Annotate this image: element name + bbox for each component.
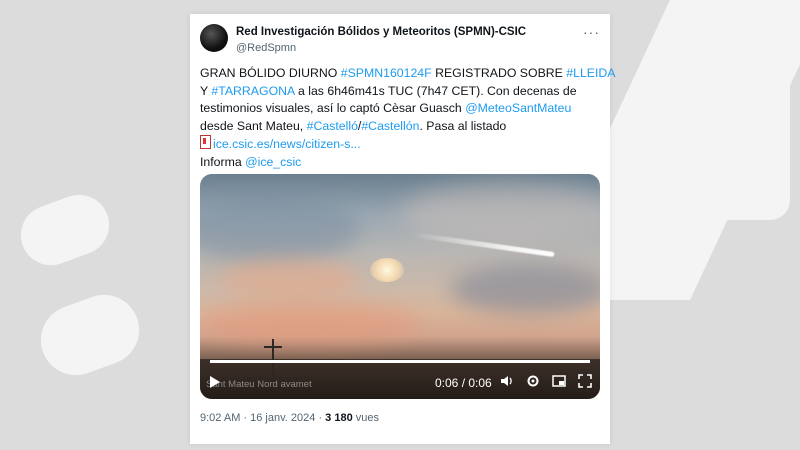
tweet-text-line: Y #TARRAGONA a las 6h46m41s TUC (7h47 CE… [200, 83, 600, 101]
hashtag-link[interactable]: #SPMN160124F [341, 66, 432, 80]
fullscreen-icon[interactable] [578, 374, 592, 388]
video-player[interactable]: Sant Mateu Nord avamet 0:06 / 0:06 [200, 174, 600, 399]
avatar[interactable] [200, 24, 228, 52]
fireball-glow [370, 258, 404, 282]
document-icon [200, 135, 211, 149]
antenna-arm [264, 346, 282, 348]
hashtag-link[interactable]: #TARRAGONA [211, 84, 294, 98]
url-link[interactable]: ice.csic.es/news/citizen-s... [213, 137, 361, 151]
separator: · [315, 412, 326, 424]
tweet-text-line: desde Sant Mateu, #Castelló/#Castellón. … [200, 118, 600, 136]
logo-shape [31, 285, 149, 385]
tweet-text-line: ice.csic.es/news/citizen-s... [200, 135, 600, 154]
video-controls: Sant Mateu Nord avamet 0:06 / 0:06 [200, 365, 600, 399]
cloud [200, 304, 420, 344]
tweet-text-segment: REGISTRADO SOBRE [431, 66, 567, 80]
author-name[interactable]: Red Investigación Bólidos y Meteoritos (… [236, 26, 526, 38]
author-handle[interactable]: @RedSpmn [236, 42, 296, 54]
tweet-text-line: Informa @ice_csic [200, 154, 600, 172]
video-progress-bar[interactable] [210, 360, 590, 363]
separator: · [240, 412, 251, 424]
cloud [450, 264, 600, 314]
view-label: vues [352, 412, 379, 424]
tweet-text-segment: a las 6h46m41s TUC (7h47 CET). Con decen… [294, 83, 577, 98]
tweet-card: Red Investigación Bólidos y Meteoritos (… [190, 14, 616, 444]
view-count: 3 180 [325, 412, 353, 424]
tweet-text: GRAN BÓLIDO DIURNO #SPMN160124F REGISTRA… [200, 65, 616, 172]
tweet-text-segment: Informa [200, 154, 246, 169]
video-time: 0:06 / 0:06 [435, 376, 492, 390]
pip-icon[interactable] [552, 374, 566, 388]
tweet-date[interactable]: 16 janv. 2024 [250, 412, 315, 424]
hashtag-link[interactable]: #Castelló [307, 119, 358, 133]
tweet-text-line: testimonios visuales, así lo captó Cèsar… [200, 100, 600, 118]
tweet-footer: 9:02 AM · 16 janv. 2024 · 3 180 vues [200, 412, 379, 424]
tweet-text-segment: GRAN BÓLIDO DIURNO [200, 66, 341, 80]
hashtag-link[interactable]: #Castellón [361, 119, 419, 133]
tweet-time[interactable]: 9:02 AM [200, 412, 240, 424]
cloud [220, 259, 360, 299]
cloud [200, 194, 360, 264]
tweet-text-segment: Y [200, 83, 212, 98]
video-progress-fill [210, 360, 590, 363]
more-options-icon[interactable]: ··· [583, 24, 600, 40]
tweet-text-line: GRAN BÓLIDO DIURNO #SPMN160124F REGISTRA… [200, 65, 616, 83]
mention-link[interactable]: @ice_csic [245, 155, 301, 169]
volume-icon[interactable] [500, 374, 514, 388]
logo-shape [12, 186, 118, 274]
tweet-text-segment: . Pasa al listado [419, 118, 507, 133]
settings-icon[interactable] [526, 374, 540, 388]
video-watermark: Sant Mateu Nord avamet [206, 379, 312, 390]
hashtag-link[interactable]: #LLEIDA [566, 66, 615, 80]
mention-link[interactable]: @MeteoSantMateu [465, 101, 571, 115]
logo-shape [700, 60, 790, 220]
tweet-text-segment: testimonios visuales, así lo captó Cèsar… [200, 101, 466, 115]
tweet-text-segment: desde Sant Mateu, [200, 118, 307, 133]
